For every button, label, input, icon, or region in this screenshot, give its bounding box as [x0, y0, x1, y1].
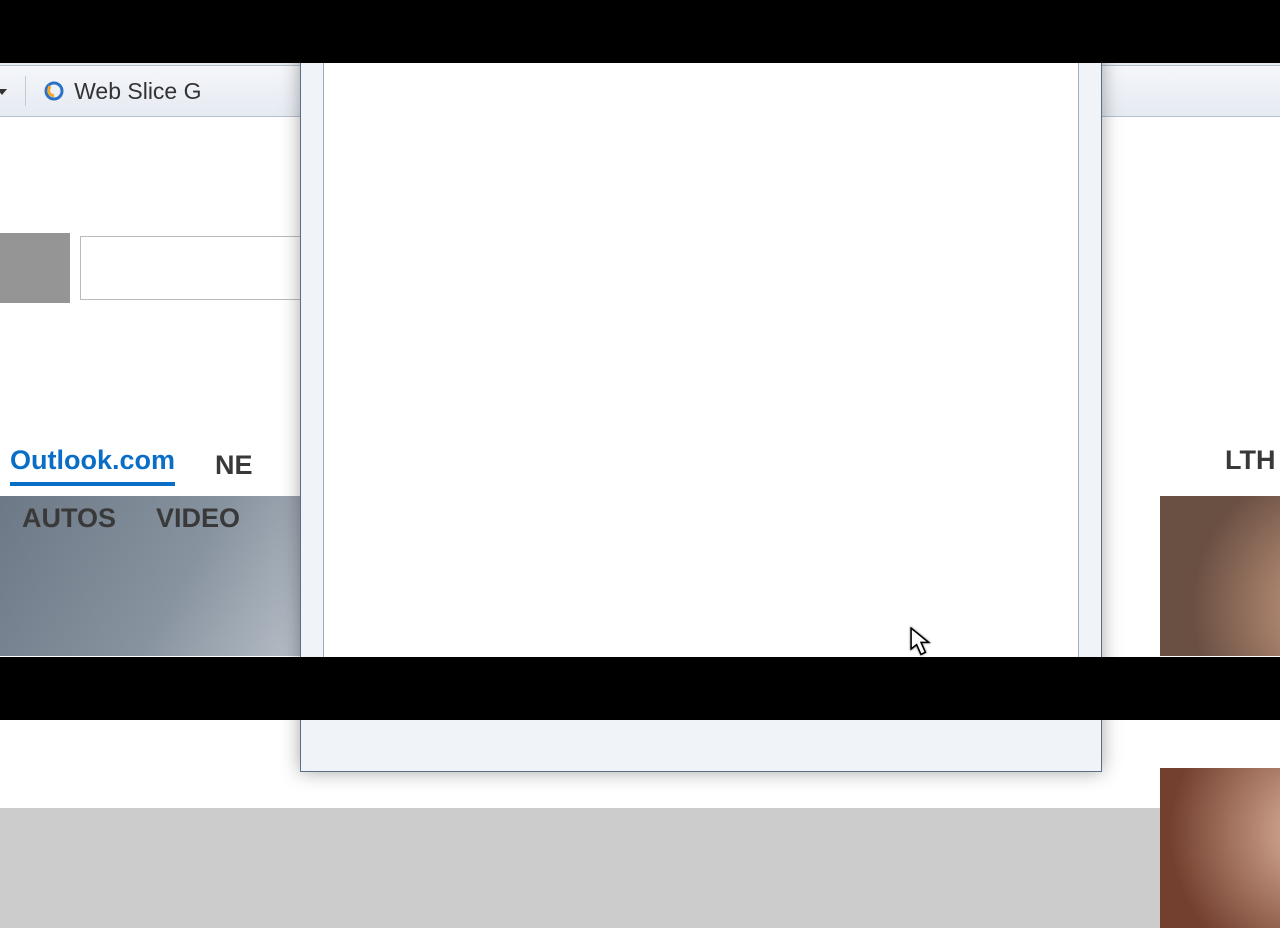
nav-autos[interactable]: AUTOS — [22, 503, 116, 534]
tab-panel-processes — [323, 29, 1079, 701]
thumbnail-image — [1160, 496, 1280, 656]
nav-health[interactable]: LTH & FITN — [1225, 445, 1280, 476]
webslice-link[interactable]: Web Slice G — [74, 78, 201, 105]
site-nav-primary: Outlook.com NE — [10, 445, 253, 486]
nav-video[interactable]: VIDEO — [156, 503, 240, 534]
suggested-sites-link[interactable]: ed Sites — [0, 78, 7, 105]
chevron-down-icon — [0, 89, 7, 95]
site-logo — [0, 233, 70, 303]
thumbnail-image — [1160, 768, 1280, 928]
site-nav-secondary: AUTOS VIDEO — [22, 503, 240, 534]
nav-item[interactable]: NE — [215, 450, 253, 481]
nav-outlook[interactable]: Outlook.com — [10, 445, 175, 486]
webslice-icon — [44, 81, 64, 101]
